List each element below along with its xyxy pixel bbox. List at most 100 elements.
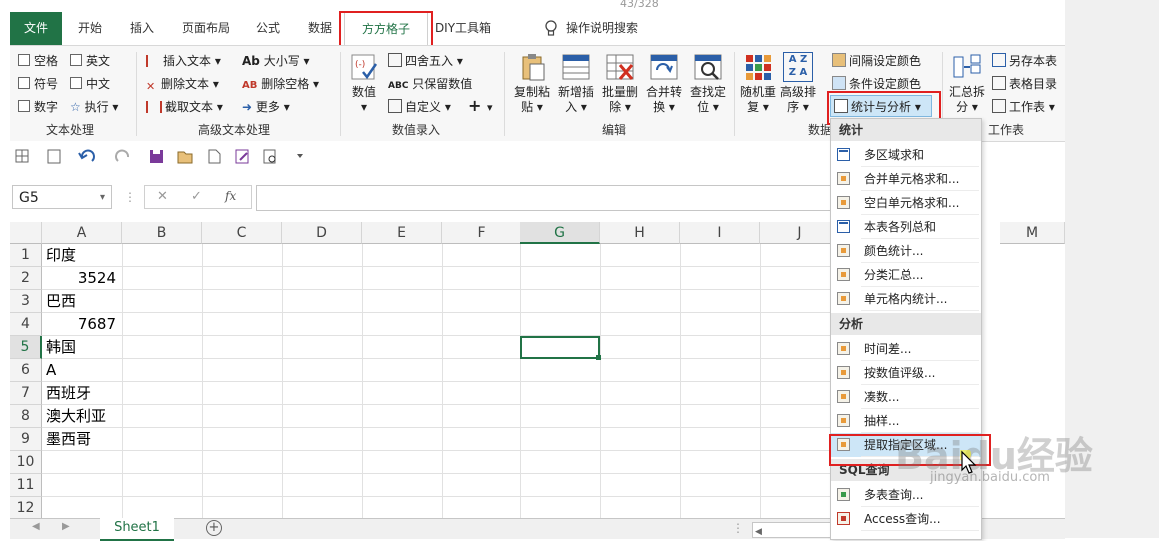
grid-icon[interactable] (15, 149, 29, 163)
checkbox-space[interactable]: 空格 (18, 52, 58, 69)
row-header-6[interactable]: 6 (10, 359, 42, 382)
tab-data[interactable]: 数据 (300, 12, 340, 45)
print-preview-icon[interactable] (263, 149, 276, 164)
merge-convert-button[interactable]: 合并转换 ▾ (642, 52, 686, 115)
menu-item[interactable]: 多区域求和 (831, 143, 981, 167)
menu-item[interactable]: 分类汇总... (831, 263, 981, 287)
row-header-7[interactable]: 7 (10, 382, 42, 405)
row-header-3[interactable]: 3 (10, 290, 42, 313)
custom-button[interactable]: 自定义 ▾ (388, 98, 451, 115)
cell-a1[interactable]: 印度 (46, 244, 76, 267)
menu-item[interactable]: Access查询... (831, 507, 981, 531)
sheet-index-button[interactable]: 表格目录 (992, 75, 1057, 92)
insert-text-button[interactable]: 插入文本 ▾ (146, 52, 221, 69)
row-header-4[interactable]: 4 (10, 313, 42, 336)
new-file-icon[interactable] (208, 149, 221, 164)
menu-item[interactable]: 单元格内统计... (831, 287, 981, 311)
menu-item[interactable]: 合并单元格求和... (831, 167, 981, 191)
redo-icon[interactable] (115, 149, 129, 162)
column-header-b[interactable]: B (122, 222, 202, 244)
scroll-left-icon[interactable]: ◀ (32, 521, 40, 532)
column-header-m[interactable]: M (1000, 222, 1065, 244)
cell-a8[interactable]: 澳大利亚 (46, 405, 106, 428)
open-folder-icon[interactable] (177, 151, 193, 164)
worksheet-button[interactable]: 工作表 ▾ (992, 98, 1055, 115)
cell-a5[interactable]: 韩国 (46, 336, 76, 359)
customize-toolbar-icon[interactable] (297, 154, 303, 158)
menu-item[interactable]: 凑数... (831, 385, 981, 409)
summary-split-button[interactable]: 汇总拆分 ▾ (946, 52, 988, 115)
save-sheet-button[interactable]: 另存本表 (992, 52, 1057, 69)
fx-icon[interactable]: fx (225, 189, 236, 203)
undo-icon[interactable] (78, 149, 95, 162)
numeric-button[interactable]: (-) 数值 ▾ (346, 52, 382, 115)
tab-diy-toolbox[interactable]: DIY工具箱 (430, 12, 496, 45)
row-header-10[interactable]: 10 (10, 451, 42, 474)
tab-formulas[interactable]: 公式 (248, 12, 288, 45)
insert-rows-button[interactable]: 新增插入 ▾ (554, 52, 598, 115)
random-repeat-button[interactable]: 随机重复 ▾ (738, 52, 778, 115)
select-all-corner[interactable] (10, 222, 42, 244)
column-header-a[interactable]: A (42, 222, 122, 244)
column-header-j[interactable]: J (760, 222, 840, 244)
split-handle-icon[interactable]: ⋮ (732, 521, 744, 535)
checkbox-english[interactable]: 英文 (70, 52, 110, 69)
cell-a7[interactable]: 西班牙 (46, 382, 91, 405)
fill-handle[interactable] (596, 355, 601, 360)
row-header-11[interactable]: 11 (10, 474, 42, 497)
menu-item[interactable]: 多表查询... (831, 483, 981, 507)
row-header-12[interactable]: 12 (10, 497, 42, 520)
tab-home[interactable]: 开始 (68, 12, 112, 45)
confirm-icon[interactable]: ✓ (191, 189, 202, 204)
column-header-e[interactable]: E (362, 222, 442, 244)
column-header-h[interactable]: H (600, 222, 680, 244)
row-header-2[interactable]: 2 (10, 267, 42, 290)
tab-insert[interactable]: 插入 (120, 12, 164, 45)
row-header-8[interactable]: 8 (10, 405, 42, 428)
interval-color-button[interactable]: 间隔设定颜色 (832, 52, 921, 69)
cell-a9[interactable]: 墨西哥 (46, 428, 91, 451)
cancel-icon[interactable]: ✕ (157, 189, 168, 204)
tab-file[interactable]: 文件 (10, 12, 62, 45)
tell-me-search[interactable]: 操作说明搜索 (566, 12, 656, 45)
find-locate-button[interactable]: 查找定位 ▾ (686, 52, 730, 115)
scroll-left-icon[interactable]: ◀ (753, 527, 762, 537)
copy-paste-button[interactable]: 复制粘贴 ▾ (510, 52, 554, 115)
cell-a4[interactable]: 7687 (42, 313, 116, 336)
delete-text-button[interactable]: ✕ 删除文本 ▾ (146, 75, 219, 93)
menu-item[interactable]: 颜色统计... (831, 239, 981, 263)
round-button[interactable]: 四舍五入 ▾ (388, 52, 463, 69)
cell-a3[interactable]: 巴西 (46, 290, 76, 313)
case-button[interactable]: Ab 大小写 ▾ (242, 52, 310, 69)
column-header-d[interactable]: D (282, 222, 362, 244)
column-header-c[interactable]: C (202, 222, 282, 244)
column-header-g[interactable]: G (520, 222, 600, 244)
menu-item[interactable]: 时间差... (831, 337, 981, 361)
extract-text-button[interactable]: 截取文本 ▾ (146, 98, 223, 115)
batch-delete-button[interactable]: 批量删除 ▾ (598, 52, 642, 115)
keep-values-button[interactable]: ABC 只保留数值 (388, 75, 472, 92)
scroll-right-icon[interactable]: ▶ (62, 521, 70, 532)
horizontal-scrollbar[interactable]: ◀ (752, 522, 834, 538)
chevron-down-icon[interactable]: ▾ (100, 186, 105, 210)
cell-a2[interactable]: 3524 (42, 267, 116, 290)
delete-space-button[interactable]: AB 删除空格 ▾ (242, 75, 319, 92)
menu-item[interactable]: 按数值评级... (831, 361, 981, 385)
checkbox-number[interactable]: 数字 (18, 98, 58, 115)
column-header-f[interactable]: F (442, 222, 522, 244)
name-box[interactable]: G5 ▾ (12, 185, 112, 209)
column-header-i[interactable]: I (680, 222, 760, 244)
edit-file-icon[interactable] (235, 149, 249, 164)
checkbox-symbol[interactable]: 符号 (18, 75, 58, 92)
conditional-color-button[interactable]: 条件设定颜色 (832, 75, 921, 92)
row-header-5[interactable]: 5 (10, 336, 42, 359)
checkbox-chinese[interactable]: 中文 (70, 75, 110, 92)
paste-icon[interactable] (47, 149, 61, 164)
advanced-sort-button[interactable]: A ZZ A 高级排序 ▾ (778, 52, 818, 115)
row-header-9[interactable]: 9 (10, 428, 42, 451)
formula-input[interactable] (256, 185, 838, 211)
row-header-1[interactable]: 1 (10, 244, 42, 267)
menu-item[interactable]: 空白单元格求和... (831, 191, 981, 215)
active-cell-cursor[interactable] (520, 336, 600, 359)
add-sheet-icon[interactable]: + (206, 520, 222, 536)
